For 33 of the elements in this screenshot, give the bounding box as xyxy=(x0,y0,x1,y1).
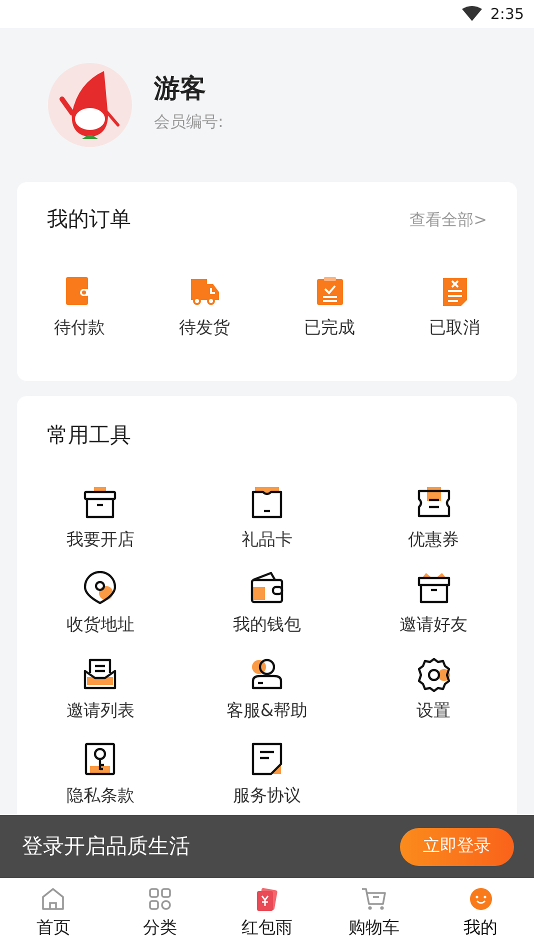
nav-tab-label[interactable]: 我的 xyxy=(464,916,498,942)
nav-tab-label[interactable]: 红包雨 xyxy=(241,916,292,942)
nav-tab-label[interactable]: 购物车 xyxy=(348,916,400,942)
smiley-icon[interactable] xyxy=(468,886,494,912)
tool-label[interactable]: 设置 xyxy=(416,698,451,724)
tool-label[interactable]: 我的钱包 xyxy=(232,613,301,638)
section-title: 我的订单 xyxy=(47,206,131,233)
nav-tab-label[interactable]: 首页 xyxy=(36,916,70,942)
tool-label[interactable]: 优惠券 xyxy=(408,528,460,553)
tool-label[interactable]: 邀请列表 xyxy=(66,698,134,724)
user-name: 游客 xyxy=(154,76,207,102)
nav-tab-label[interactable]: 分类 xyxy=(143,916,178,942)
settings-icon[interactable] xyxy=(416,656,452,692)
tool-label[interactable]: 邀请好友 xyxy=(400,613,468,638)
tool-label[interactable]: 收货地址 xyxy=(66,613,134,638)
section-title: 常用工具 xyxy=(46,422,132,449)
tool-label[interactable]: 隐私条款 xyxy=(66,784,134,810)
tool-label[interactable]: 客服&帮助 xyxy=(226,698,308,724)
wifi-icon xyxy=(462,6,482,22)
order-status-label[interactable]: 已取消 xyxy=(429,316,480,341)
member-number-label: 会员编号: xyxy=(154,111,224,133)
order-status-label[interactable]: 待发货 xyxy=(179,316,230,341)
grid-icon[interactable] xyxy=(147,886,174,912)
tool-label[interactable]: 礼品卡 xyxy=(241,528,292,553)
location-pin-icon[interactable] xyxy=(82,571,118,607)
cart-icon[interactable] xyxy=(360,886,387,912)
order-status-label[interactable]: 待付款 xyxy=(54,316,105,341)
tool-label[interactable]: 服务协议 xyxy=(232,784,301,810)
banner-text: 登录开启品质生活 xyxy=(22,832,190,860)
status-time: 2:35 xyxy=(490,4,524,25)
home-icon[interactable] xyxy=(40,886,66,912)
order-status-label[interactable]: 已完成 xyxy=(304,316,355,341)
tool-label[interactable]: 我要开店 xyxy=(66,528,134,553)
